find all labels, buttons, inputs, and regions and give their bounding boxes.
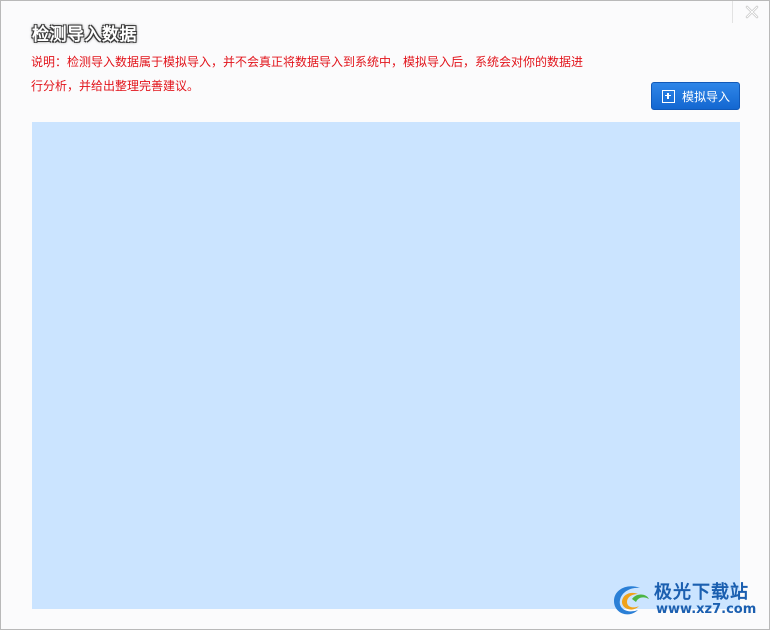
watermark-site-name: 极光下载站 <box>654 582 749 603</box>
site-watermark: 极光下载站 www.xz7.com <box>608 577 768 627</box>
close-icon[interactable] <box>744 4 760 20</box>
close-area <box>732 1 769 23</box>
simulate-import-label: 模拟导入 <box>682 89 731 104</box>
import-check-dialog: 检测导入数据 说明：检测导入数据属于模拟导入，并不会真正将数据导入到系统中，模拟… <box>0 0 770 630</box>
dialog-title: 检测导入数据 <box>32 25 137 45</box>
watermark-site-url: www.xz7.com <box>656 602 757 617</box>
simulate-import-button[interactable]: 模拟导入 <box>651 82 740 110</box>
data-preview-panel <box>32 122 740 609</box>
plus-box-icon <box>662 89 675 103</box>
watermark-logo-icon <box>614 586 649 615</box>
description-text: 说明：检测导入数据属于模拟导入，并不会真正将数据导入到系统中，模拟导入后，系统会… <box>31 55 584 93</box>
